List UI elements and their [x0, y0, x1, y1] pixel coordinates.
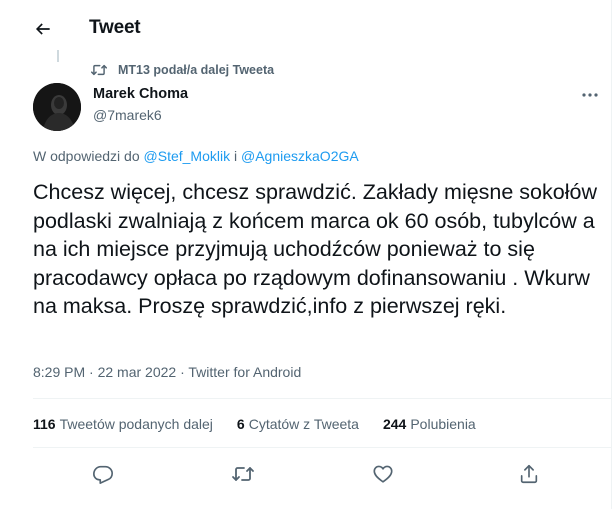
reply-to: W odpowiedzi do @Stef_Moklik i @Agnieszk… [33, 148, 359, 164]
quotes-label: Cytatów z Tweeta [248, 416, 359, 432]
retweet-button[interactable] [228, 459, 258, 489]
tweet-meta: 8:29 PM · 22 mar 2022 · Twitter for Andr… [33, 364, 301, 380]
likes-count: 244 [382, 416, 407, 432]
avatar-image [33, 83, 81, 131]
retweets-count: 116 [33, 416, 56, 432]
reply-button[interactable] [88, 459, 118, 489]
tweet-source[interactable]: Twitter for Android [188, 364, 301, 380]
more-horizontal-icon [582, 93, 598, 97]
retweet-icon [90, 62, 110, 78]
tweet-stats: 116 Tweetów podanych dalej 6 Cytatów z Twe… [33, 416, 500, 432]
retweets-label: Tweetów podanych dalej [59, 416, 213, 432]
divider [33, 398, 611, 399]
more-button[interactable] [576, 85, 604, 105]
avatar[interactable] [33, 83, 81, 131]
retweet-context[interactable]: MT13 podał/a dalej Tweeta [90, 61, 274, 79]
quotes-stat[interactable]: 6 Cytatów z Tweeta [237, 416, 359, 432]
thread-line [57, 50, 59, 62]
tweet-time[interactable]: 8:29 PM [33, 364, 85, 380]
retweet-context-text: MT13 podał/a dalej Tweeta [118, 63, 275, 77]
meta-separator: · [180, 364, 185, 380]
like-button[interactable] [368, 459, 398, 489]
header: Tweet [0, 0, 611, 58]
reply-to-conjunction: i [233, 148, 238, 164]
like-icon [373, 465, 393, 483]
retweets-stat[interactable]: 116 Tweetów podanych dalej [33, 416, 213, 432]
reply-to-prefix: W odpowiedzi do [33, 148, 140, 164]
likes-stat[interactable]: 244 Polubienia [383, 416, 476, 432]
arrow-left-icon [35, 23, 50, 35]
divider [33, 447, 611, 448]
tweet-text: Chcesz więcej, chcesz sprawdzić. Zakłady… [33, 180, 597, 319]
retweet-icon [232, 467, 254, 481]
meta-separator: · [89, 364, 94, 380]
author-name[interactable]: Marek Choma [93, 86, 188, 102]
share-icon [520, 464, 538, 484]
reply-icon [93, 465, 113, 484]
author-handle[interactable]: @7marek6 [93, 107, 162, 123]
quotes-count: 6 [236, 416, 245, 432]
page-title: Tweet [89, 17, 141, 38]
likes-label: Polubienia [410, 416, 476, 432]
share-button[interactable] [514, 459, 544, 489]
mention-link[interactable]: @AgnieszkaO2GA [241, 148, 359, 164]
mention-link[interactable]: @Stef_Moklik [144, 148, 231, 164]
back-button[interactable] [28, 14, 58, 44]
tweet-date[interactable]: 22 mar 2022 [98, 364, 177, 380]
